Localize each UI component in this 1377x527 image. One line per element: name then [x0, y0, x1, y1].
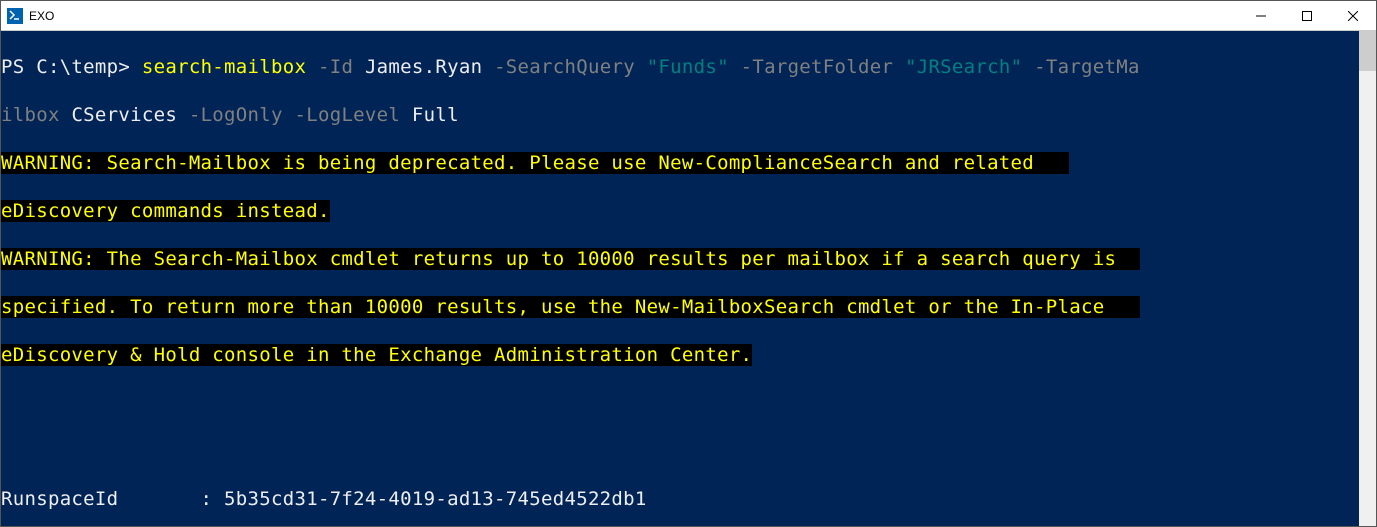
param-loglevel: -LogLevel	[283, 104, 412, 126]
maximize-button[interactable]	[1284, 1, 1330, 31]
blank-line	[1, 391, 1359, 415]
command-line-1: PS C:\temp> search-mailbox -Id James.Rya…	[1, 55, 1359, 79]
arg-searchquery: "Funds"	[647, 56, 729, 78]
warning-line: eDiscovery commands instead.	[1, 199, 1359, 223]
arg-targetmailbox: CServices	[71, 104, 177, 126]
param-id: -Id	[306, 56, 365, 78]
window-title: EXO	[29, 9, 54, 23]
param-searchquery: -SearchQuery	[482, 56, 646, 78]
cmdlet-name: search-mailbox	[142, 56, 306, 78]
arg-targetfolder: "JRSearch"	[905, 56, 1022, 78]
arg-id: James.Ryan	[365, 56, 482, 78]
powershell-icon	[7, 8, 23, 24]
prompt: PS C:\temp>	[1, 56, 142, 78]
param-logonly: -LogOnly	[177, 104, 283, 126]
vertical-scrollbar[interactable]	[1359, 31, 1376, 526]
blank-line	[1, 439, 1359, 463]
close-button[interactable]	[1330, 1, 1376, 31]
warning-line: eDiscovery & Hold console in the Exchang…	[1, 343, 1359, 367]
warning-line: WARNING: The Search-Mailbox cmdlet retur…	[1, 247, 1359, 271]
param-targetmailbox-part1: -TargetMa	[1022, 56, 1139, 78]
warning-line: specified. To return more than 10000 res…	[1, 295, 1359, 319]
scrollbar-thumb[interactable]	[1359, 31, 1376, 71]
param-targetmailbox-part2: ilbox	[1, 104, 71, 126]
param-targetfolder: -TargetFolder	[729, 56, 905, 78]
arg-loglevel: Full	[412, 104, 459, 126]
warning-line: WARNING: Search-Mailbox is being depreca…	[1, 151, 1359, 175]
window-titlebar: EXO	[1, 1, 1376, 31]
result-runspaceid: RunspaceId : 5b35cd31-7f24-4019-ad13-745…	[1, 487, 1359, 511]
command-line-2: ilbox CServices -LogOnly -LogLevel Full	[1, 103, 1359, 127]
minimize-button[interactable]	[1238, 1, 1284, 31]
terminal-output[interactable]: PS C:\temp> search-mailbox -Id James.Rya…	[1, 31, 1359, 526]
